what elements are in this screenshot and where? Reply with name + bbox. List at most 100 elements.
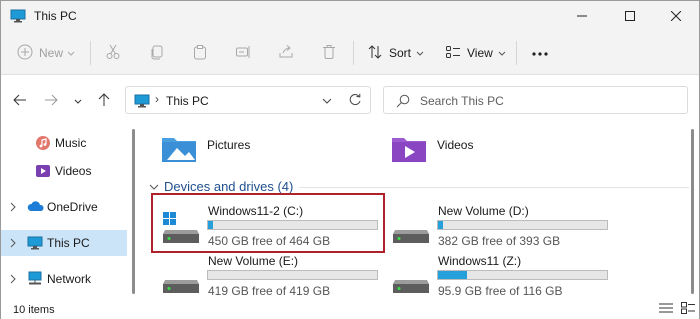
share-button[interactable]: [278, 40, 294, 66]
chevron-down-icon: [74, 94, 82, 108]
drive-name: New Volume (E:): [208, 254, 299, 268]
back-button[interactable]: [11, 92, 29, 110]
share-icon: [278, 44, 294, 63]
new-label: New: [39, 46, 64, 60]
delete-button[interactable]: [321, 40, 337, 66]
explorer-window: This PC New Sort View › This PC Search T…: [0, 0, 700, 319]
sidebar-item-this-pc[interactable]: This PC: [1, 230, 127, 256]
refresh-icon[interactable]: [348, 93, 362, 110]
devices-group-header[interactable]: Devices and drives (4): [149, 179, 689, 194]
sidebar-item-network[interactable]: Network: [1, 266, 127, 292]
more-options-button[interactable]: [531, 40, 549, 66]
group-title: Devices and drives (4): [164, 179, 294, 194]
view-button[interactable]: View: [445, 40, 506, 66]
sidebar-item-music[interactable]: Music: [1, 130, 127, 156]
search-input[interactable]: Search This PC: [383, 86, 688, 114]
drive-free-space: 95.9 GB free of 116 GB: [438, 284, 563, 298]
sort-button[interactable]: Sort: [367, 40, 424, 66]
drive-usage-bar: [207, 270, 378, 280]
up-button[interactable]: [95, 92, 113, 110]
folder-label: Videos: [437, 138, 474, 152]
paste-button[interactable]: [192, 40, 208, 66]
item-count: 10 items: [13, 304, 55, 316]
chevron-right-icon[interactable]: [9, 201, 17, 215]
navigation-bar: › This PC Search This PC: [1, 76, 699, 124]
divider: [353, 41, 354, 65]
details-view-icon[interactable]: [659, 302, 673, 317]
arrow-up-icon: [98, 92, 110, 110]
pictures-folder-icon: [161, 132, 197, 167]
navigation-pane: Music Videos OneDrive This PC Network: [1, 126, 133, 296]
drive-icon: [161, 262, 201, 297]
drive-usage-bar: [437, 220, 608, 230]
trash-icon: [321, 44, 337, 63]
drive-usage-fill: [438, 271, 467, 279]
copy-button[interactable]: [149, 40, 165, 66]
minimize-button[interactable]: [559, 1, 605, 31]
ellipsis-icon: [531, 46, 549, 60]
divider: [90, 41, 91, 65]
chevron-down-icon: [498, 46, 506, 60]
forward-button[interactable]: [42, 92, 60, 110]
view-label: View: [467, 46, 493, 60]
sidebar-item-label: This PC: [47, 236, 90, 250]
content-scrollbar[interactable]: [691, 129, 694, 294]
title-bar: This PC: [1, 1, 699, 31]
copy-icon: [149, 44, 165, 63]
search-placeholder: Search This PC: [420, 94, 504, 108]
drive-icon: [391, 262, 431, 297]
drive-free-space: 419 GB free of 419 GB: [208, 284, 331, 298]
videos-folder-icon: [391, 132, 427, 167]
drive-d[interactable]: New Volume (D:) 382 GB free of 393 GB: [391, 204, 616, 248]
sort-label: Sort: [389, 46, 412, 60]
scissors-icon: [105, 44, 121, 63]
maximize-button[interactable]: [607, 1, 653, 31]
tiles-view-icon[interactable]: [681, 302, 695, 317]
sidebar-scrollbar[interactable]: [132, 129, 135, 294]
sidebar-item-label: Network: [47, 272, 92, 286]
chevron-down-icon[interactable]: [322, 94, 332, 108]
address-bar[interactable]: › This PC: [125, 86, 371, 114]
folder-label: Pictures: [207, 138, 251, 152]
drive-name: New Volume (D:): [438, 204, 529, 218]
drive-z[interactable]: Windows11 (Z:) 95.9 GB free of 116 GB: [391, 254, 616, 298]
rename-icon: [235, 44, 251, 63]
drive-icon: [391, 212, 431, 247]
window-title: This PC: [34, 9, 77, 23]
breadcrumb-this-pc[interactable]: This PC: [166, 94, 209, 108]
cloud-icon: [27, 199, 45, 216]
sidebar-item-label: Videos: [55, 164, 92, 178]
divider: [299, 187, 689, 188]
pc-icon: [10, 8, 26, 27]
drive-e[interactable]: New Volume (E:) 419 GB free of 419 GB: [161, 254, 386, 298]
close-button[interactable]: [653, 1, 699, 31]
chevron-down-icon: [149, 179, 159, 194]
sort-icon: [367, 44, 383, 63]
chevron-down-icon: [416, 46, 424, 60]
divider: [516, 41, 517, 65]
breadcrumb-separator-icon[interactable]: ›: [155, 92, 159, 106]
new-button[interactable]: New: [17, 40, 75, 66]
pc-icon: [27, 235, 43, 254]
sidebar-item-videos[interactable]: Videos: [1, 158, 127, 184]
music-icon: [35, 135, 51, 154]
clipboard-icon: [192, 44, 208, 63]
recent-locations-button[interactable]: [69, 92, 87, 110]
drive-usage-fill: [438, 221, 444, 229]
search-icon: [396, 94, 410, 111]
chevron-right-icon[interactable]: [9, 237, 17, 251]
rename-button[interactable]: [235, 40, 251, 66]
cut-button[interactable]: [105, 40, 121, 66]
pc-icon: [134, 93, 150, 112]
command-bar: New Sort View: [1, 31, 699, 75]
folder-videos[interactable]: Videos: [391, 130, 571, 170]
plus-icon: [17, 44, 33, 63]
network-icon: [27, 271, 43, 290]
status-bar: 10 items: [1, 297, 699, 319]
arrow-left-icon: [13, 94, 27, 109]
sidebar-item-onedrive[interactable]: OneDrive: [1, 194, 127, 220]
folder-pictures[interactable]: Pictures: [161, 130, 341, 170]
drive-name: Windows11 (Z:): [438, 254, 522, 268]
videos-icon: [35, 163, 51, 182]
chevron-right-icon[interactable]: [9, 273, 17, 287]
